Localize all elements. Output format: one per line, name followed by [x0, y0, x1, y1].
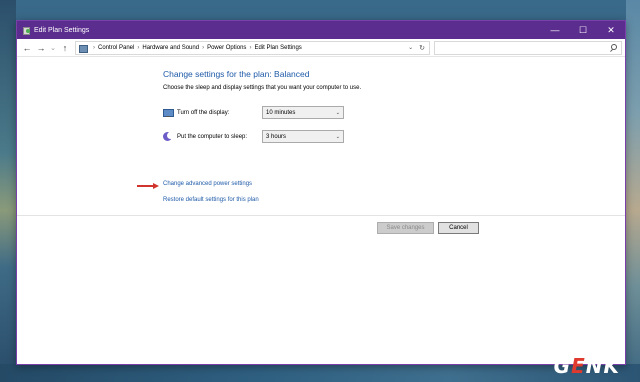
recent-locations-button[interactable]: ⌄ [48, 41, 58, 55]
search-input[interactable] [434, 40, 622, 55]
main-content: Change settings for the plan: Balanced C… [17, 57, 625, 364]
sleep-timeout-select[interactable]: 3 hours ⌄ [262, 130, 344, 143]
divider [17, 215, 625, 216]
control-panel-app-icon [22, 26, 30, 35]
chevron-down-icon: ⌄ [335, 109, 340, 116]
page-description: Choose the sleep and display settings th… [163, 85, 362, 91]
window-title: Edit Plan Settings [34, 26, 90, 34]
address-dropdown-button[interactable]: ⌄ [408, 44, 413, 51]
sleep-setting-row: Put the computer to sleep: 3 hours ⌄ [163, 130, 344, 143]
monitor-icon [163, 108, 174, 118]
change-advanced-power-settings-link[interactable]: Change advanced power settings [163, 181, 252, 187]
breadcrumb[interactable]: › Control Panel › Hardware and Sound › P… [75, 40, 430, 55]
forward-button[interactable]: → [34, 41, 48, 55]
sleep-timeout-value: 3 hours [266, 133, 287, 140]
breadcrumb-separator: › [137, 44, 140, 51]
control-panel-icon [79, 44, 88, 53]
breadcrumb-separator: › [249, 44, 252, 51]
back-button[interactable]: ← [20, 41, 34, 55]
refresh-button[interactable]: ↻ [419, 44, 425, 52]
breadcrumb-edit-plan-settings[interactable]: Edit Plan Settings [254, 45, 301, 51]
save-changes-button[interactable]: Save changes [377, 222, 434, 234]
search-icon[interactable] [609, 43, 617, 52]
page-title: Change settings for the plan: Balanced [163, 69, 310, 79]
genk-watermark-logo: G E NK [553, 354, 620, 378]
restore-default-settings-link[interactable]: Restore default settings for this plan [163, 197, 259, 203]
display-setting-row: Turn off the display: 10 minutes ⌄ [163, 106, 344, 119]
display-timeout-select[interactable]: 10 minutes ⌄ [262, 106, 344, 119]
maximize-button[interactable]: ☐ [569, 21, 597, 39]
chevron-down-icon: ⌄ [335, 133, 340, 140]
breadcrumb-separator: › [93, 44, 95, 51]
edit-plan-settings-window: Edit Plan Settings — ☐ ✕ ← → ⌄ ↑ › Contr… [16, 20, 626, 365]
breadcrumb-control-panel[interactable]: Control Panel [98, 45, 134, 51]
sleep-setting-label: Put the computer to sleep: [177, 133, 248, 140]
desktop-wallpaper-right [626, 0, 640, 382]
desktop-wallpaper-left [0, 0, 16, 382]
title-bar: Edit Plan Settings — ☐ ✕ [17, 21, 625, 39]
display-setting-label: Turn off the display: [177, 109, 230, 116]
cancel-button[interactable]: Cancel [438, 222, 479, 234]
address-bar: ← → ⌄ ↑ › Control Panel › Hardware and S… [17, 39, 625, 57]
up-button[interactable]: ↑ [58, 41, 72, 55]
red-arrow-annotation [137, 183, 159, 189]
breadcrumb-hardware-and-sound[interactable]: Hardware and Sound [142, 45, 199, 51]
close-button[interactable]: ✕ [597, 21, 625, 39]
breadcrumb-power-options[interactable]: Power Options [207, 45, 246, 51]
breadcrumb-separator: › [202, 44, 205, 51]
minimize-button[interactable]: — [541, 21, 569, 39]
display-timeout-value: 10 minutes [266, 109, 296, 116]
desktop-wallpaper-bottom [0, 364, 640, 382]
moon-icon [163, 131, 174, 142]
